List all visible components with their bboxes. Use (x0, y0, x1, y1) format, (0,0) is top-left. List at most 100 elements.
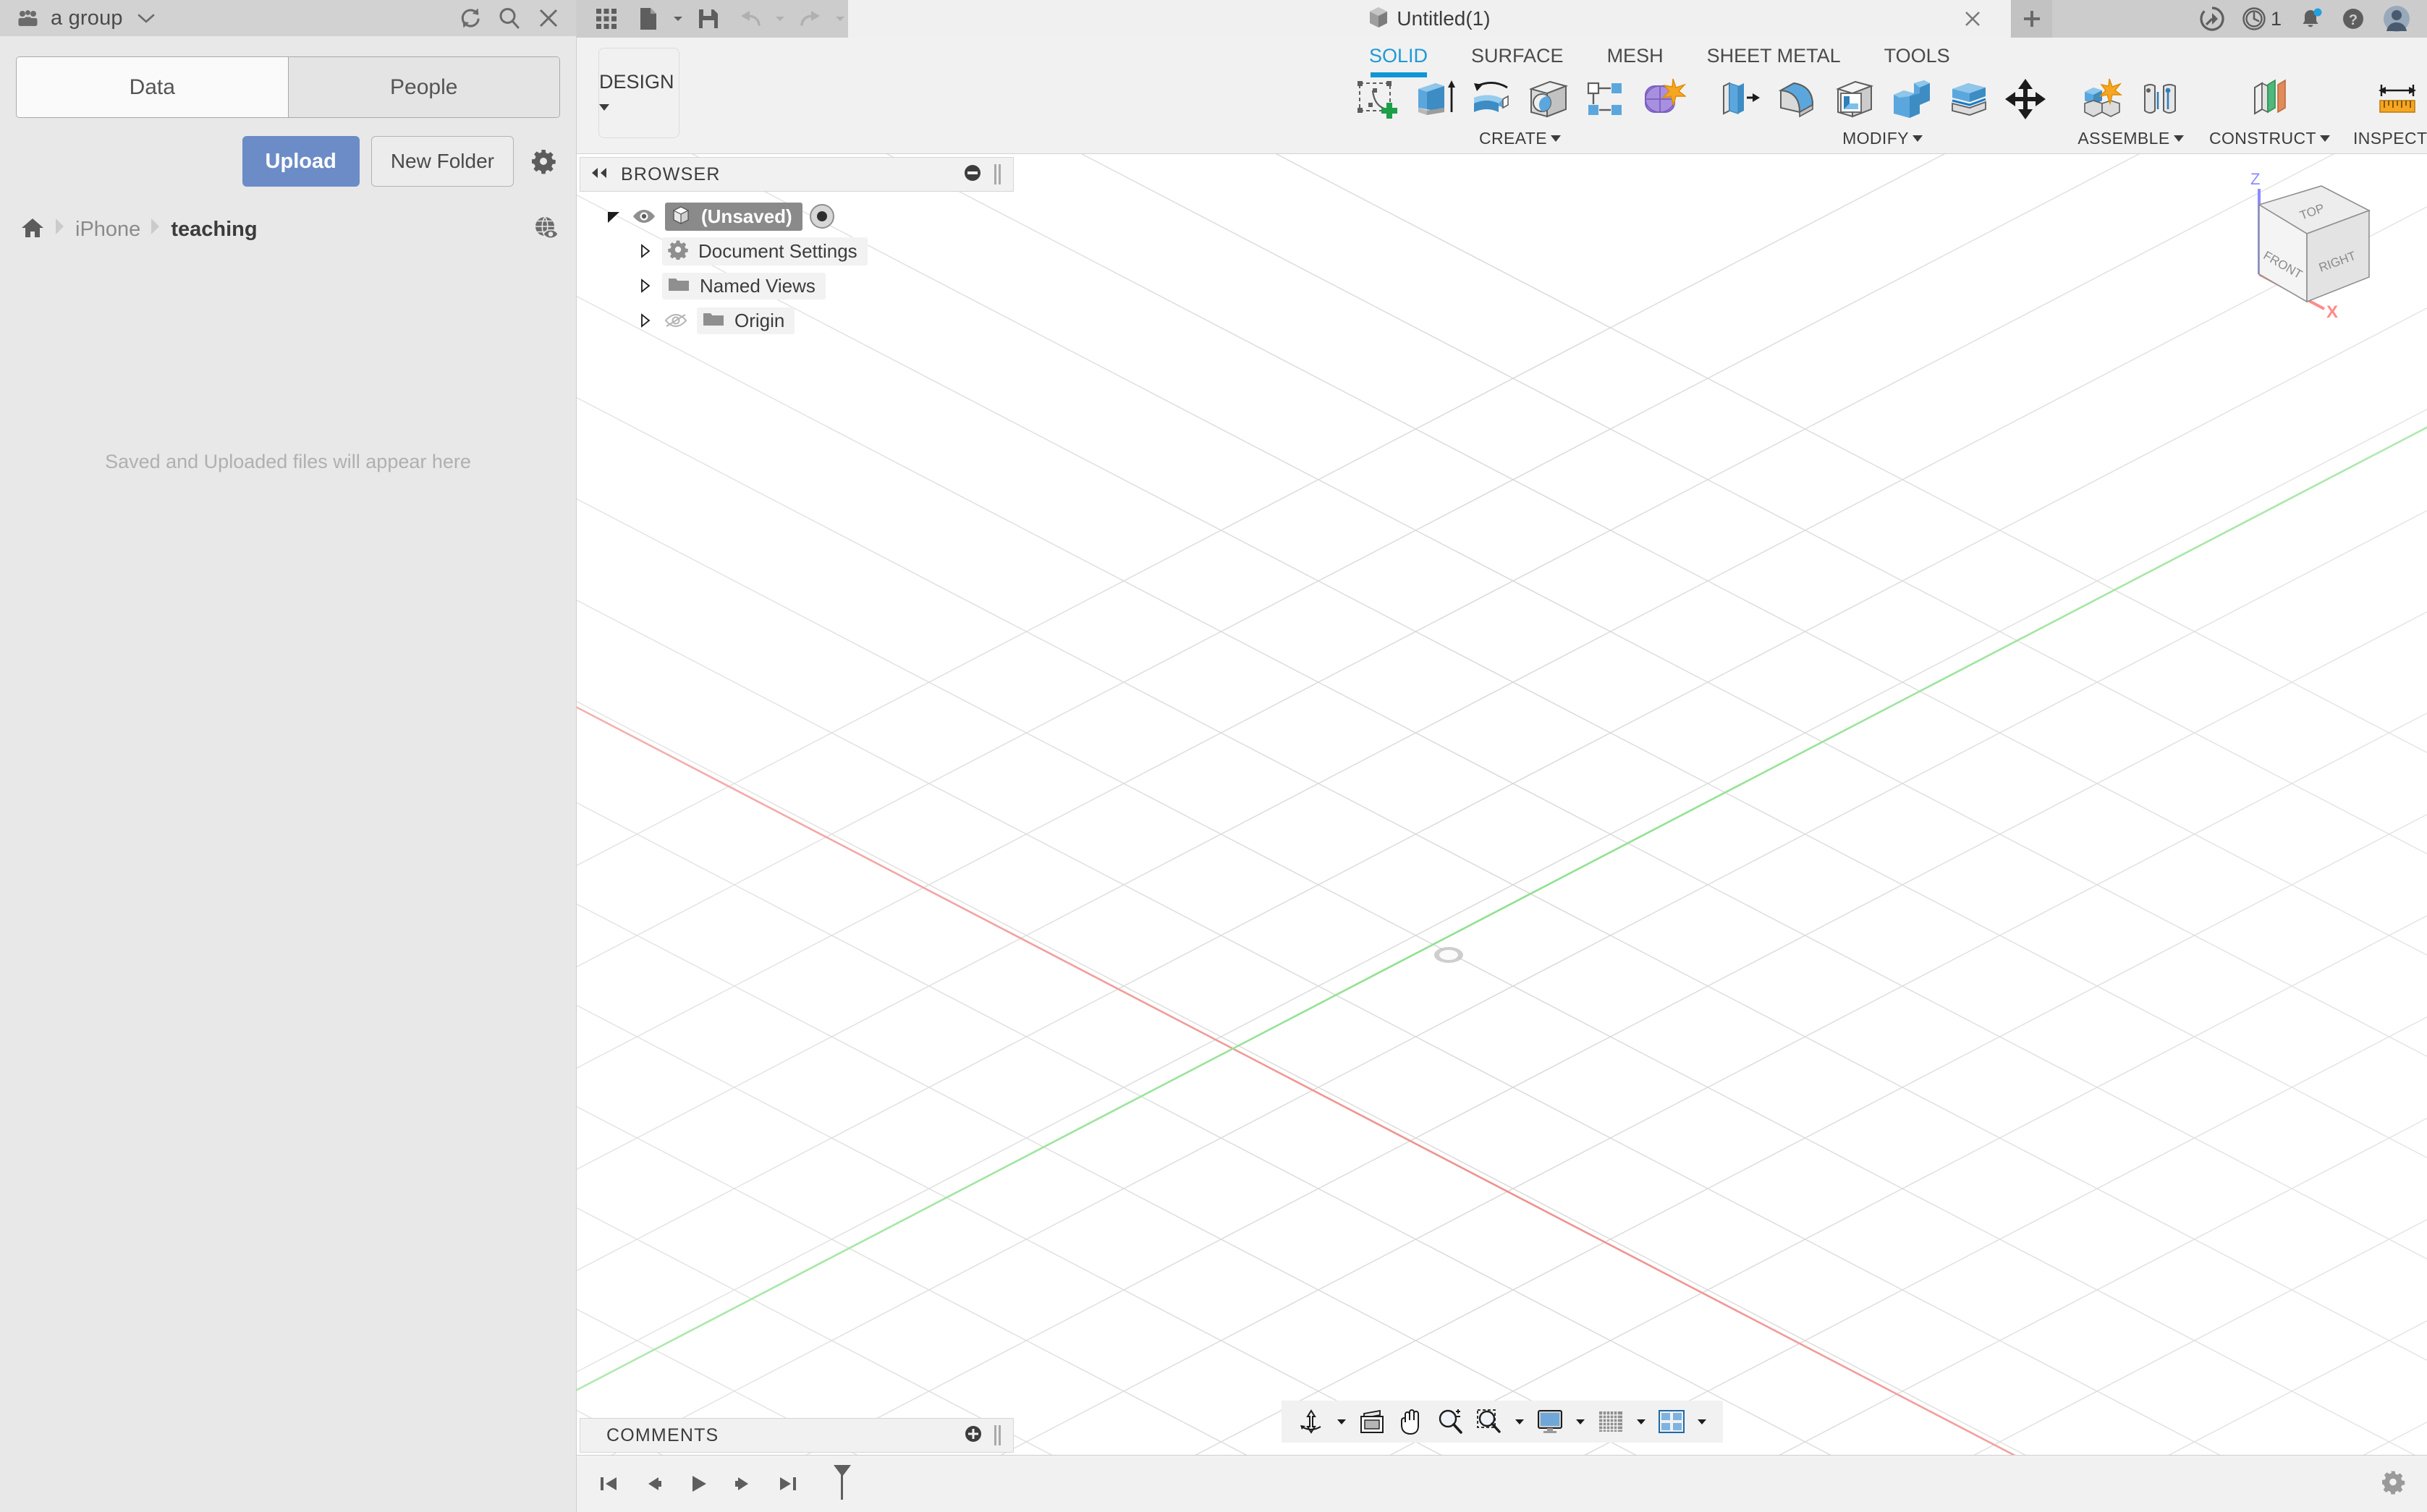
create-form-icon[interactable] (1636, 72, 1690, 126)
tree-node-unsaved[interactable]: (Unsaved) (665, 202, 802, 231)
step-forward-button[interactable] (727, 1468, 759, 1500)
new-folder-button[interactable]: New Folder (370, 136, 514, 187)
fit-icon[interactable] (1471, 1403, 1507, 1440)
expand-twisty-icon[interactable] (604, 207, 623, 226)
grid-snaps-caret-icon[interactable] (1632, 1403, 1651, 1440)
extensions-icon[interactable] (2193, 0, 2231, 38)
visibility-eye-icon[interactable] (630, 205, 658, 227)
tree-node-document-settings[interactable]: Document Settings (662, 237, 868, 266)
upload-button[interactable]: Upload (242, 136, 360, 187)
close-icon[interactable] (533, 2, 564, 34)
fit-caret-icon[interactable] (1510, 1403, 1529, 1440)
save-icon[interactable] (689, 2, 728, 35)
pan-icon[interactable] (1393, 1403, 1429, 1440)
split-face-icon[interactable] (1941, 72, 1995, 126)
timeline-marker[interactable] (830, 1464, 855, 1505)
view-cube[interactable]: Z X TOP FRONT RIGHT (2237, 167, 2411, 326)
orbit-icon[interactable] (1293, 1403, 1329, 1440)
tab-solid[interactable]: SOLID (1347, 38, 1449, 77)
press-pull-icon[interactable] (1713, 72, 1766, 126)
go-to-end-button[interactable] (772, 1468, 804, 1500)
play-button[interactable] (682, 1468, 714, 1500)
tree-row[interactable]: (Unsaved) (580, 199, 1014, 234)
tree-node-origin[interactable]: Origin (697, 307, 795, 334)
grid-snaps-icon[interactable] (1593, 1403, 1629, 1440)
expand-twisty-icon[interactable] (636, 311, 655, 330)
revolve-icon[interactable] (1465, 72, 1518, 126)
fillet-icon[interactable] (1770, 72, 1824, 126)
create-sketch-icon[interactable] (1350, 72, 1404, 126)
globe-eye-icon[interactable] (533, 214, 560, 245)
measure-icon[interactable] (2371, 72, 2424, 126)
grid-apps-icon[interactable] (587, 2, 626, 35)
joint-icon[interactable] (2132, 72, 2186, 126)
tab-data[interactable]: Data (17, 57, 288, 117)
display-settings-caret-icon[interactable] (1571, 1403, 1590, 1440)
gear-icon[interactable] (2381, 1470, 2405, 1498)
tree-row[interactable]: Document Settings (580, 234, 1014, 268)
visibility-eye-off-icon[interactable] (662, 310, 690, 331)
shell-icon[interactable] (1827, 72, 1881, 126)
tab-surface[interactable]: SURFACE (1449, 38, 1585, 73)
expand-twisty-icon[interactable] (636, 276, 655, 295)
tree-row[interactable]: Origin (580, 303, 1014, 338)
offset-plane-icon[interactable] (2242, 72, 2296, 126)
extrude-icon[interactable] (1407, 72, 1461, 126)
new-tab-button[interactable] (2012, 0, 2052, 38)
chevron-down-icon[interactable] (2319, 135, 2330, 142)
viewports-caret-icon[interactable] (1693, 1403, 1711, 1440)
chevron-down-icon[interactable] (1551, 135, 1561, 142)
breadcrumb-item-iphone[interactable]: iPhone (75, 218, 140, 242)
3d-canvas[interactable]: BROWSER (Unsaved) Document Settings Name… (577, 154, 2427, 1512)
activate-component-radio[interactable] (809, 204, 834, 229)
zoom-icon[interactable] (1432, 1403, 1468, 1440)
add-comment-icon[interactable] (964, 1424, 983, 1447)
move-copy-icon[interactable] (1999, 72, 2052, 126)
job-status-icon[interactable]: 1 (2235, 0, 2288, 38)
breadcrumb-item-teaching[interactable]: teaching (171, 218, 257, 242)
tab-sheet-metal[interactable]: SHEET METAL (1685, 38, 1863, 73)
gear-icon[interactable] (525, 143, 562, 179)
home-icon[interactable] (20, 216, 45, 243)
collapse-left-icon[interactable] (589, 166, 609, 184)
panel-create: CREATE (1346, 72, 1694, 148)
refresh-icon[interactable] (454, 2, 486, 34)
comments-panel[interactable]: COMMENTS (580, 1418, 1014, 1453)
minimize-icon[interactable] (962, 163, 983, 187)
tab-mesh[interactable]: MESH (1585, 38, 1685, 73)
redo-icon[interactable] (791, 2, 830, 35)
chevron-down-icon[interactable] (130, 2, 162, 34)
undo-caret-icon[interactable] (773, 2, 788, 35)
search-icon[interactable] (494, 2, 525, 34)
help-icon[interactable]: ? (2334, 0, 2372, 38)
hub-name[interactable]: a group (51, 7, 123, 30)
panel-resize-grip[interactable] (994, 164, 1004, 184)
workspace-switcher-button[interactable]: DESIGN (598, 48, 679, 138)
tree-node-named-views[interactable]: Named Views (662, 272, 826, 300)
chevron-down-icon[interactable] (1912, 135, 1923, 142)
panel-resize-grip[interactable] (994, 1425, 1004, 1445)
new-file-icon[interactable] (629, 2, 668, 35)
step-back-button[interactable] (638, 1468, 669, 1500)
undo-icon[interactable] (731, 2, 770, 35)
viewports-icon[interactable] (1653, 1403, 1690, 1440)
display-settings-icon[interactable] (1532, 1403, 1568, 1440)
look-at-icon[interactable] (1354, 1403, 1390, 1440)
document-tab[interactable]: Untitled(1) (848, 0, 2012, 38)
redo-caret-icon[interactable] (833, 2, 848, 35)
tab-tools[interactable]: TOOLS (1863, 38, 1972, 73)
go-to-beginning-button[interactable] (593, 1468, 624, 1500)
expand-twisty-icon[interactable] (636, 242, 655, 260)
hole-icon[interactable] (1522, 72, 1575, 126)
close-tab-icon[interactable] (1960, 7, 1985, 31)
pattern-icon[interactable] (1579, 72, 1632, 126)
avatar-icon[interactable] (2376, 0, 2417, 38)
notifications-icon[interactable] (2292, 0, 2330, 38)
tree-row[interactable]: Named Views (580, 268, 1014, 303)
orbit-caret-icon[interactable] (1332, 1403, 1351, 1440)
chevron-down-icon[interactable] (2173, 135, 2184, 142)
tab-people[interactable]: People (287, 57, 559, 117)
combine-icon[interactable] (1884, 72, 1938, 126)
new-file-caret-icon[interactable] (671, 2, 686, 35)
new-component-icon[interactable] (2075, 72, 2129, 126)
